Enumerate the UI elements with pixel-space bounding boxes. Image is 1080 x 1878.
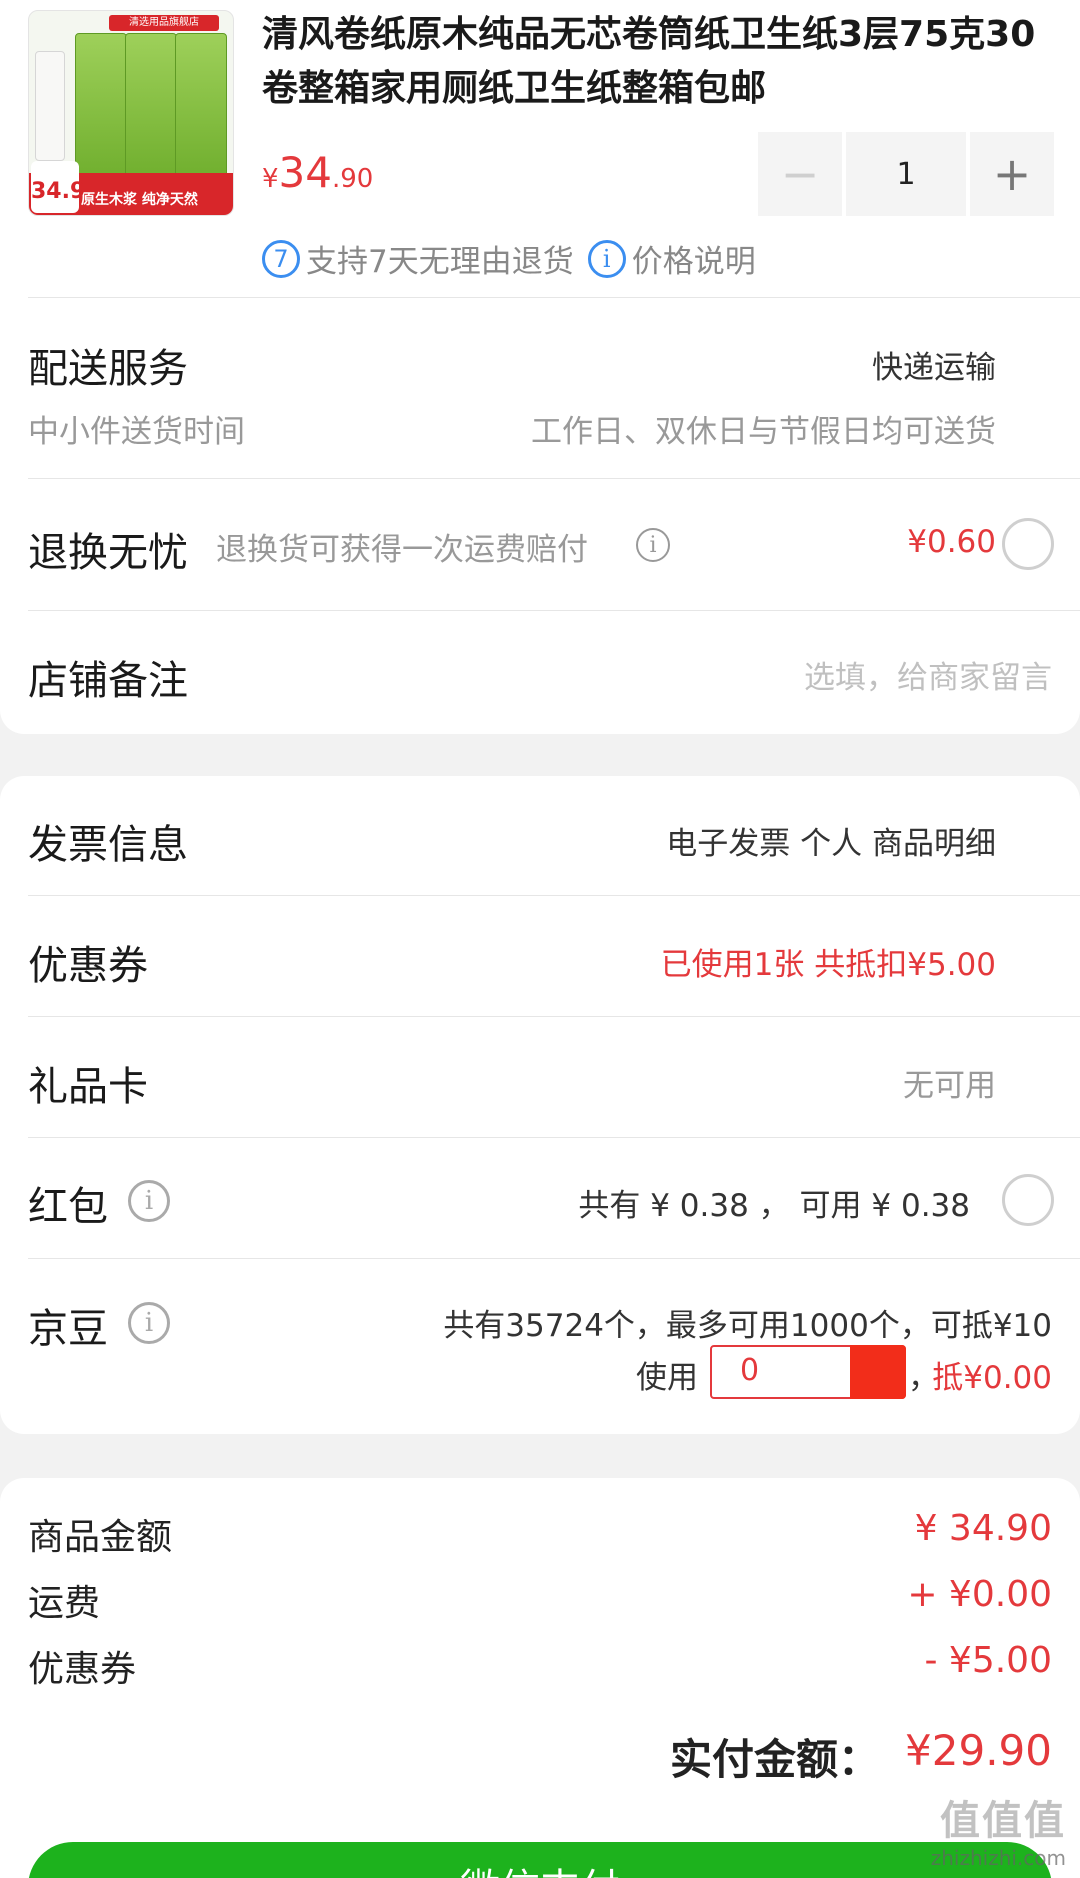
summary-coupon-label: 优惠券	[28, 1649, 137, 1690]
image-pack	[175, 33, 227, 183]
delivery-time-label: 中小件送货时间	[28, 414, 245, 450]
jd-beans-info-icon[interactable]: i	[128, 1302, 170, 1344]
quantity-input[interactable]: 1	[846, 132, 966, 216]
quantity-stepper: − 1 +	[758, 132, 1054, 216]
return-insurance-price: ¥0.60	[907, 524, 996, 560]
divider	[28, 297, 1080, 298]
increase-quantity-button[interactable]: +	[970, 132, 1054, 216]
total-label: 实付金额：	[669, 1735, 880, 1784]
delivery-label: 配送服务	[28, 346, 188, 392]
total-value: ¥29.90	[905, 1726, 1052, 1775]
coupon-value[interactable]: 已使用1张 共抵扣¥5.00	[661, 939, 996, 984]
divider	[28, 1137, 1080, 1138]
delivery-value[interactable]: 快递运输	[872, 342, 996, 387]
red-packet-info-icon[interactable]: i	[128, 1180, 170, 1222]
service-tags: 7 支持7天无理由退货 i 价格说明	[262, 236, 770, 281]
return-insurance-desc: 退换货可获得一次运费赔付	[216, 532, 588, 568]
shipping-value: + ¥0.00	[907, 1574, 1052, 1615]
divider	[28, 1258, 1080, 1259]
jd-beans-deduct: 抵¥0.00	[932, 1360, 1052, 1396]
jd-beans-input-button[interactable]	[850, 1345, 906, 1399]
wechat-pay-button[interactable]: 微信支付	[28, 1842, 1052, 1878]
jd-beans-input[interactable]: 0	[710, 1345, 906, 1399]
watermark-logo: 值值值	[940, 1798, 1066, 1844]
info-icon: i	[587, 239, 626, 278]
image-banner-text: 原生木浆 纯净天然	[81, 192, 198, 208]
gift-card-label: 礼品卡	[28, 1064, 148, 1110]
image-roll	[35, 51, 65, 161]
price-info-text: 价格说明	[631, 244, 756, 280]
summary-coupon-value: - ¥5.00	[924, 1640, 1053, 1681]
price-decimal: .90	[332, 164, 374, 194]
return-insurance-info-icon[interactable]: i	[636, 528, 670, 562]
discounts-card: 发票信息 电子发票 个人 商品明细 优惠券 已使用1张 共抵扣¥5.00 礼品卡…	[0, 776, 1080, 1434]
divider	[28, 610, 1080, 611]
red-packet-value: 共有 ¥ 0.38 ， 可用 ¥ 0.38	[578, 1188, 970, 1224]
image-pack	[75, 33, 127, 183]
product-image[interactable]: 清选用品旗舰店 原生木浆 纯净天然 34.9	[28, 10, 234, 216]
return-days-icon: 7	[262, 239, 300, 278]
price-currency: ¥	[262, 164, 279, 194]
delivery-time-value: 工作日、双休日与节假日均可送货	[531, 414, 996, 450]
watermark-url: zhizhizhi.com	[930, 1846, 1066, 1870]
decrease-quantity-button[interactable]: −	[758, 132, 842, 216]
product-title[interactable]: 清风卷纸原木纯品无芯卷筒纸卫生纸3层75克30卷整箱家用厕纸卫生纸整箱包邮	[262, 8, 1052, 116]
red-packet-label: 红包	[28, 1184, 108, 1230]
jd-beans-use-label: 使用	[636, 1360, 698, 1396]
jd-beans-info: 共有35724个，最多可用1000个，可抵¥10	[443, 1308, 1052, 1344]
price-integer: 34	[278, 148, 332, 197]
divider	[28, 895, 1080, 896]
return-insurance-label: 退换无忧	[28, 530, 188, 576]
red-packet-radio[interactable]	[1002, 1174, 1054, 1226]
return-policy-tag[interactable]: 7 支持7天无理由退货	[262, 236, 574, 281]
shipping-label: 运费	[28, 1583, 101, 1624]
store-note-label: 店铺备注	[28, 658, 188, 704]
goods-amount-label: 商品金额	[28, 1517, 173, 1558]
invoice-label: 发票信息	[28, 822, 188, 868]
store-note-input[interactable]: 选填，给商家留言	[804, 652, 1052, 697]
divider	[28, 1016, 1080, 1017]
order-item-card: 清选用品旗舰店 原生木浆 纯净天然 34.9 清风卷纸原木纯品无芯卷筒纸卫生纸3…	[0, 0, 1080, 734]
image-store-tag: 清选用品旗舰店	[109, 15, 219, 31]
jd-beans-label: 京豆	[28, 1306, 108, 1352]
product-price: ¥34.90	[262, 148, 373, 197]
divider	[28, 478, 1080, 479]
image-price: 34.9	[31, 161, 85, 213]
return-policy-text: 支持7天无理由退货	[306, 244, 574, 280]
return-insurance-radio[interactable]	[1002, 518, 1054, 570]
pay-button-label: 微信支付	[28, 1856, 1052, 1878]
invoice-value[interactable]: 电子发票 个人 商品明细	[666, 818, 996, 863]
goods-amount-value: ¥ 34.90	[914, 1508, 1052, 1549]
gift-card-value[interactable]: 无可用	[903, 1060, 996, 1105]
jd-beans-input-value: 0	[740, 1353, 760, 1388]
image-pack	[125, 33, 177, 183]
price-info-tag[interactable]: i 价格说明	[587, 236, 756, 281]
coupon-label: 优惠券	[28, 943, 148, 989]
